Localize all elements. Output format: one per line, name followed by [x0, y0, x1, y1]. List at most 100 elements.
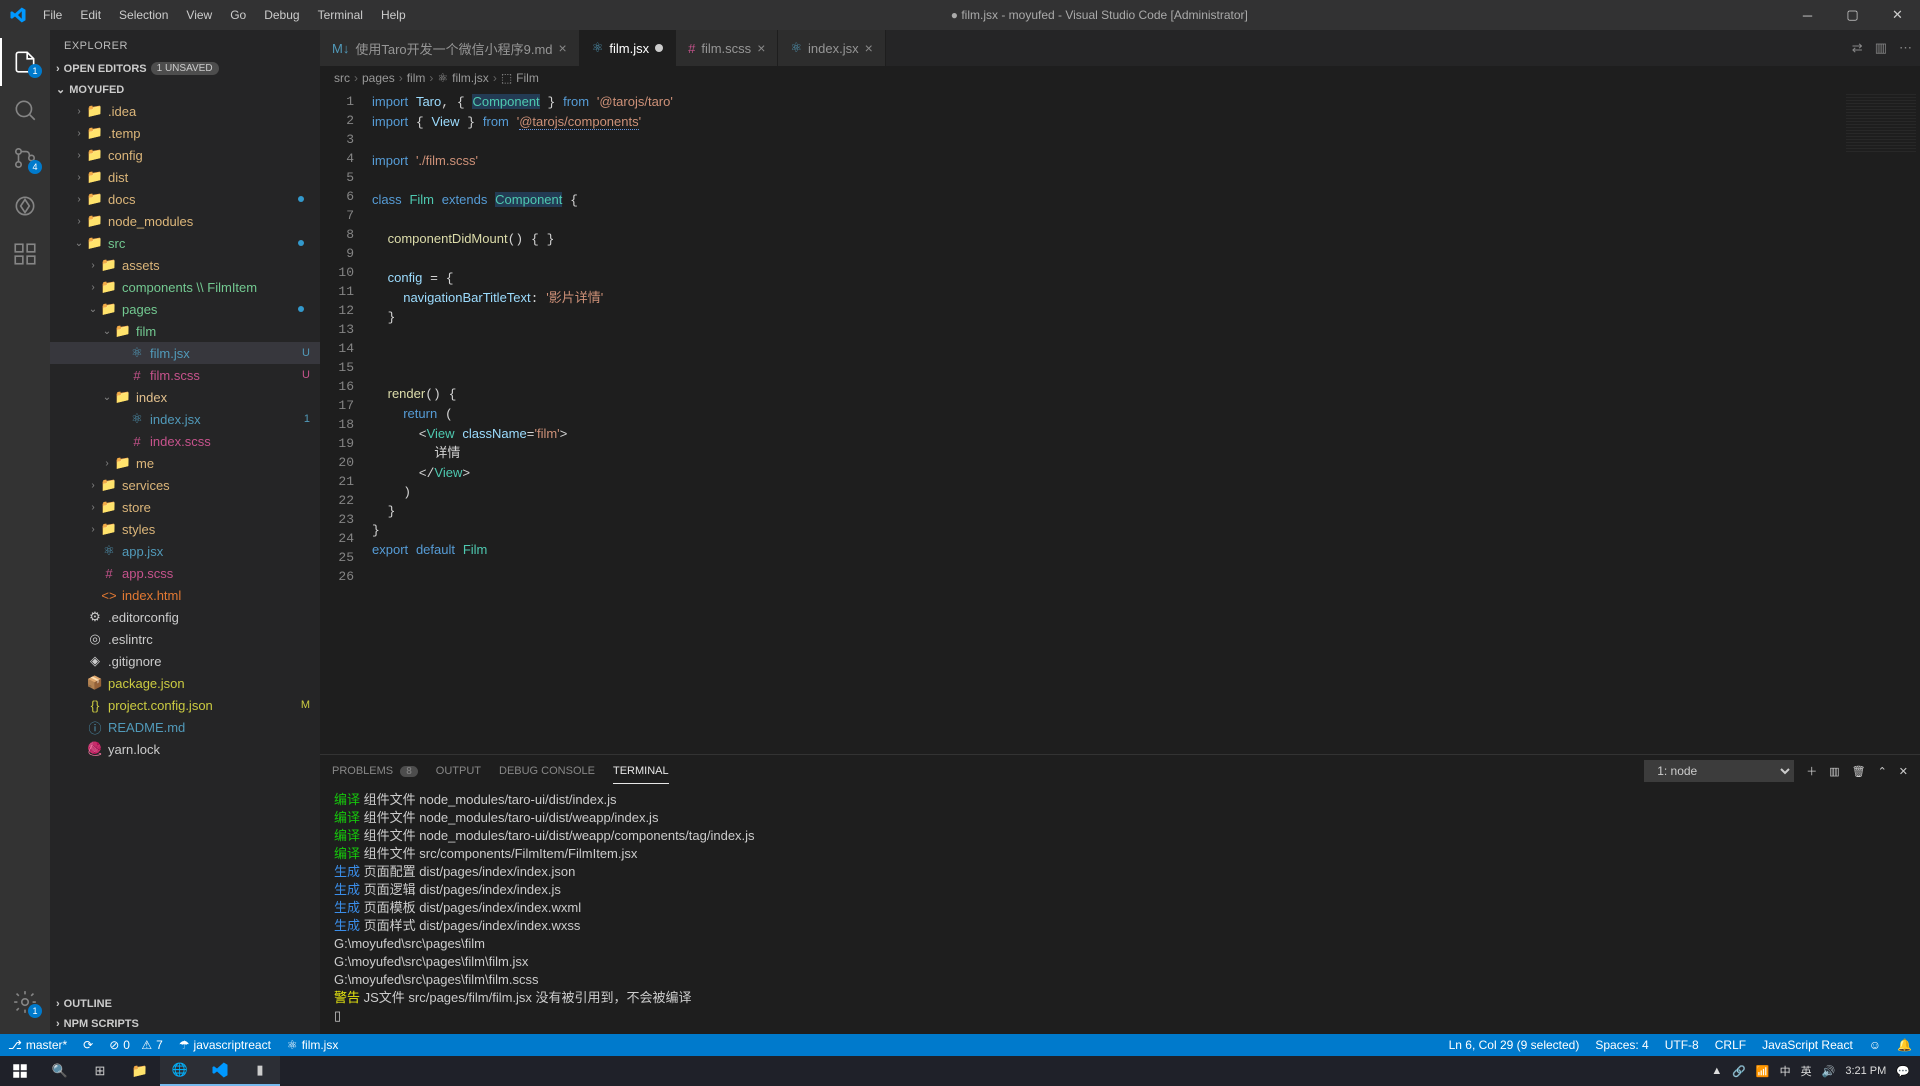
tree-item-app-jsx[interactable]: ⚛app.jsx: [50, 540, 320, 562]
tree-item-index-jsx[interactable]: ⚛index.jsx1: [50, 408, 320, 430]
tree-item-me[interactable]: ›📁me: [50, 452, 320, 474]
tree-item-dist[interactable]: ›📁dist: [50, 166, 320, 188]
menu-edit[interactable]: Edit: [72, 4, 109, 26]
tree-item-styles[interactable]: ›📁styles: [50, 518, 320, 540]
tree-item-film-scss[interactable]: #film.scssU: [50, 364, 320, 386]
tree-item-yarn-lock[interactable]: 🧶yarn.lock: [50, 738, 320, 760]
tree-item-assets[interactable]: ›📁assets: [50, 254, 320, 276]
status-cursor[interactable]: Ln 6, Col 29 (9 selected): [1441, 1038, 1588, 1052]
npm-scripts-header[interactable]: › NPM SCRIPTS: [50, 1014, 320, 1034]
taskbar-search[interactable]: 🔍: [40, 1056, 80, 1086]
kill-terminal-icon[interactable]: 🗑: [1852, 765, 1866, 778]
start-button[interactable]: [0, 1056, 40, 1086]
status-filename[interactable]: ⚛film.jsx: [279, 1038, 346, 1052]
terminal-selector[interactable]: 1: node: [1644, 760, 1794, 782]
activity-settings[interactable]: 1: [0, 978, 50, 1026]
tree-item-index-scss[interactable]: #index.scss: [50, 430, 320, 452]
tab---taro---------9-md[interactable]: M↓使用Taro开发一个微信小程序9.md×: [320, 30, 580, 66]
system-tray[interactable]: ▲ 🔗 📶 中 英 🔊 3:21 PM 💬: [1701, 1063, 1920, 1079]
breadcrumb-item[interactable]: film: [407, 71, 426, 85]
open-editors-header[interactable]: › OPEN EDITORS 1 UNSAVED: [50, 58, 320, 79]
tree-item-components----filmitem[interactable]: ›📁components \\ FilmItem: [50, 276, 320, 298]
menu-go[interactable]: Go: [222, 4, 254, 26]
taskbar-terminal[interactable]: ▮: [240, 1056, 280, 1086]
breadcrumb-item[interactable]: src: [334, 71, 350, 85]
tree-item--temp[interactable]: ›📁.temp: [50, 122, 320, 144]
code-content[interactable]: import Taro, { Component } from '@tarojs…: [372, 90, 1830, 754]
tree-item-node-modules[interactable]: ›📁node_modules: [50, 210, 320, 232]
tree-item-docs[interactable]: ›📁docs: [50, 188, 320, 210]
close-tab-icon[interactable]: ×: [559, 40, 567, 56]
tree-item-index[interactable]: ⌄📁index: [50, 386, 320, 408]
menu-selection[interactable]: Selection: [111, 4, 176, 26]
tree-item-film-jsx[interactable]: ⚛film.jsxU: [50, 342, 320, 364]
minimize-button[interactable]: ─: [1785, 0, 1830, 30]
tree-item--gitignore[interactable]: ◈.gitignore: [50, 650, 320, 672]
tray-ime2[interactable]: 英: [1801, 1063, 1812, 1079]
taskbar-chrome[interactable]: 🌐: [160, 1056, 200, 1086]
menu-debug[interactable]: Debug: [256, 4, 307, 26]
status-langmode[interactable]: JavaScript React: [1754, 1038, 1861, 1052]
tree-item-config[interactable]: ›📁config: [50, 144, 320, 166]
close-button[interactable]: ✕: [1875, 0, 1920, 30]
project-header[interactable]: ⌄ MOYUFED: [50, 79, 320, 100]
close-panel-icon[interactable]: ✕: [1899, 765, 1908, 778]
breadcrumb-item[interactable]: film.jsx: [452, 71, 489, 85]
breadcrumb-item[interactable]: Film: [516, 71, 539, 85]
panel-tab-terminal[interactable]: TERMINAL: [613, 759, 669, 784]
tree-item-services[interactable]: ›📁services: [50, 474, 320, 496]
outline-header[interactable]: › OUTLINE: [50, 994, 320, 1014]
tree-item--idea[interactable]: ›📁.idea: [50, 100, 320, 122]
status-eol[interactable]: CRLF: [1707, 1038, 1754, 1052]
tray-volume[interactable]: 🔊: [1822, 1065, 1836, 1078]
tree-item-readme-md[interactable]: ⓘREADME.md: [50, 716, 320, 738]
tray-icon[interactable]: 📶: [1756, 1065, 1770, 1078]
terminal-output[interactable]: 编译 组件文件 node_modules/taro-ui/dist/index.…: [320, 787, 1920, 1034]
close-tab-icon[interactable]: ×: [865, 40, 873, 56]
activity-scm[interactable]: 4: [0, 134, 50, 182]
tree-item--editorconfig[interactable]: ⚙.editorconfig: [50, 606, 320, 628]
breadcrumb-item[interactable]: pages: [362, 71, 395, 85]
tree-item-store[interactable]: ›📁store: [50, 496, 320, 518]
status-branch[interactable]: ⎇master*: [0, 1038, 75, 1052]
status-feedback[interactable]: ☺: [1861, 1038, 1889, 1052]
maximize-button[interactable]: ▢: [1830, 0, 1875, 30]
new-terminal-icon[interactable]: ＋: [1806, 763, 1817, 779]
tree-item-src[interactable]: ⌄📁src: [50, 232, 320, 254]
tray-icon[interactable]: ▲: [1711, 1065, 1722, 1077]
tray-notifications[interactable]: 💬: [1896, 1065, 1910, 1078]
status-notifications[interactable]: 🔔: [1889, 1038, 1920, 1052]
tray-time[interactable]: 3:21 PM: [1845, 1065, 1886, 1077]
tree-item-package-json[interactable]: 📦package.json: [50, 672, 320, 694]
close-tab-icon[interactable]: ×: [757, 40, 765, 56]
tree-item-project-config-json[interactable]: {}project.config.jsonM: [50, 694, 320, 716]
tree-item-index-html[interactable]: <>index.html: [50, 584, 320, 606]
menu-view[interactable]: View: [178, 4, 220, 26]
activity-search[interactable]: [0, 86, 50, 134]
activity-explorer[interactable]: 1: [0, 38, 50, 86]
tab-film-jsx[interactable]: ⚛film.jsx: [580, 30, 676, 66]
panel-tab-problems[interactable]: PROBLEMS 8: [332, 759, 418, 783]
code-editor[interactable]: 1234567891011121314151617181920212223242…: [320, 90, 1920, 754]
panel-tab-output[interactable]: OUTPUT: [436, 759, 481, 783]
tree-item--eslintrc[interactable]: ◎.eslintrc: [50, 628, 320, 650]
menu-help[interactable]: Help: [373, 4, 414, 26]
activity-extensions[interactable]: [0, 230, 50, 278]
compare-icon[interactable]: ⇄: [1852, 40, 1863, 56]
more-icon[interactable]: ⋯: [1899, 40, 1912, 56]
split-icon[interactable]: ▥: [1875, 40, 1887, 56]
status-spaces[interactable]: Spaces: 4: [1587, 1038, 1656, 1052]
tree-item-pages[interactable]: ⌄📁pages: [50, 298, 320, 320]
status-problems[interactable]: ⊘0 ⚠7: [101, 1038, 171, 1052]
menu-terminal[interactable]: Terminal: [310, 4, 371, 26]
status-encoding[interactable]: UTF-8: [1657, 1038, 1707, 1052]
taskbar-explorer[interactable]: 📁: [120, 1056, 160, 1086]
minimap[interactable]: [1830, 90, 1920, 754]
tray-icon[interactable]: 🔗: [1732, 1065, 1746, 1078]
activity-debug[interactable]: [0, 182, 50, 230]
breadcrumb[interactable]: src›pages›film›⚛film.jsx›⬚Film: [320, 66, 1920, 90]
menu-file[interactable]: File: [35, 4, 70, 26]
taskbar-vscode[interactable]: [200, 1056, 240, 1086]
tab-index-jsx[interactable]: ⚛index.jsx×: [778, 30, 885, 66]
tray-ime[interactable]: 中: [1780, 1063, 1791, 1079]
